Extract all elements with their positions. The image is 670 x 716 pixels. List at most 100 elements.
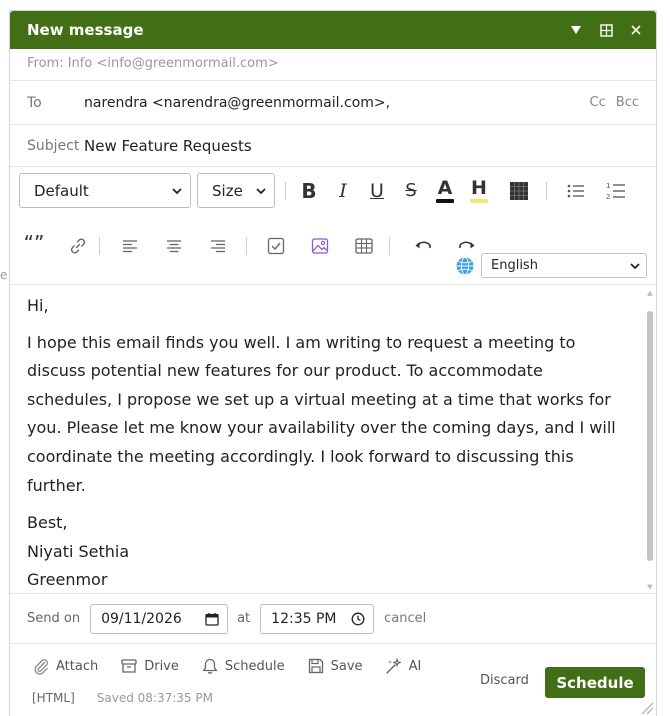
bell-icon (202, 658, 218, 674)
numbered-list-button[interactable]: 12 (599, 174, 633, 208)
font-size-value: Size (212, 181, 243, 200)
numbered-list-icon: 12 (606, 182, 625, 200)
highlight-button[interactable]: H (462, 174, 496, 208)
ai-assist-button[interactable]: AI (385, 657, 422, 675)
footer-meta: [HTML] Saved 08:37:35 PM (32, 691, 213, 705)
to-label: To (27, 94, 42, 111)
highlight-icon: H (471, 176, 487, 199)
body-company: Greenmor (27, 570, 108, 590)
undo-icon (415, 241, 431, 249)
blockquote-button[interactable]: “” (19, 229, 49, 263)
discard-button[interactable]: Discard (480, 673, 529, 688)
background-text-fragment: e (0, 268, 8, 282)
bold-icon: B (301, 178, 317, 203)
checklist-button[interactable] (259, 229, 293, 263)
resize-handle-icon[interactable] (640, 701, 654, 715)
bullet-list-button[interactable] (559, 174, 593, 208)
strikethrough-button[interactable]: S (394, 174, 428, 208)
message-body[interactable]: Hi, I hope this email finds you well. I … (10, 287, 656, 595)
toolbar-row-1: Default Size B I U S A H 1 2 (19, 173, 633, 208)
checkbox-icon (267, 237, 285, 255)
scroll-down-arrow-icon[interactable]: ▼ (646, 583, 654, 591)
bold-button[interactable]: B (292, 174, 326, 208)
send-time-value: 12:35 PM (271, 610, 337, 627)
body-paragraph: I hope this email finds you well. I am w… (27, 332, 616, 495)
toolbar-divider (246, 237, 247, 255)
html-mode-toggle[interactable]: [HTML] (32, 691, 75, 705)
chevron-down-icon (172, 187, 182, 194)
from-row: From: Info <info@greenmormail.com> (10, 49, 656, 81)
schedule-option-button[interactable]: Schedule (201, 657, 285, 675)
close-icon[interactable] (628, 22, 644, 38)
table-icon (355, 238, 373, 254)
font-family-select[interactable]: Default (19, 173, 191, 208)
send-time-input[interactable]: 12:35 PM (260, 603, 375, 634)
globe-icon (456, 256, 474, 275)
ai-wand-icon (385, 658, 401, 674)
calendar-icon[interactable] (205, 612, 219, 626)
font-size-select[interactable]: Size (197, 173, 275, 208)
body-scrollbar[interactable]: ▲ ▼ (645, 287, 655, 593)
background-color-button[interactable] (502, 174, 536, 208)
footer-actions: Attach Drive Schedule Save AI (32, 657, 421, 675)
cc-link[interactable]: Cc (590, 95, 606, 110)
quote-icon: “” (23, 231, 45, 255)
body-signoff: Best, (27, 513, 68, 533)
maximize-icon[interactable] (598, 22, 614, 38)
image-icon (311, 238, 329, 254)
language-select[interactable]: English (481, 253, 647, 278)
toolbar-divider (285, 181, 286, 200)
drive-button[interactable]: Drive (120, 657, 179, 675)
send-on-label: Send on (27, 611, 81, 626)
schedule-send-button[interactable]: Schedule (545, 667, 645, 698)
language-row: English (455, 253, 647, 278)
from-text: From: Info <info@greenmormail.com> (27, 56, 279, 71)
cancel-schedule-link[interactable]: cancel (384, 611, 426, 626)
scrollbar-thumb[interactable] (647, 311, 653, 561)
underline-icon: U (370, 179, 384, 202)
font-color-button[interactable]: A (428, 174, 462, 208)
save-disk-icon (308, 658, 323, 674)
bullet-list-icon (567, 184, 584, 197)
send-date-input[interactable]: 09/11/2026 (90, 603, 229, 634)
align-right-button[interactable] (198, 229, 238, 263)
insert-table-button[interactable] (347, 229, 381, 263)
align-center-button[interactable] (154, 229, 194, 263)
underline-button[interactable]: U (360, 174, 394, 208)
subject-label: Subject (27, 137, 80, 154)
insert-image-button[interactable] (303, 229, 337, 263)
to-field[interactable]: narendra <narendra@greenmormail.com>, (84, 95, 590, 111)
align-left-button[interactable] (110, 229, 150, 263)
compose-window: New message From: Info <info@greenmormai… (9, 10, 657, 716)
message-body-editor[interactable]: Hi, I hope this email finds you well. I … (10, 287, 656, 593)
toolbar-divider (546, 181, 547, 200)
drive-box-icon (121, 659, 137, 673)
bcc-link[interactable]: Bcc (616, 95, 639, 110)
subject-row: Subject New Feature Requests (10, 125, 656, 167)
svg-text:2: 2 (606, 193, 610, 200)
scroll-up-arrow-icon[interactable]: ▲ (646, 289, 654, 297)
italic-button[interactable]: I (326, 174, 360, 208)
ai-label: AI (408, 658, 422, 674)
cc-bcc-links: Cc Bcc (590, 95, 639, 110)
language-value: English (491, 258, 538, 273)
attach-button[interactable]: Attach (32, 657, 98, 675)
minimize-icon[interactable] (568, 22, 584, 38)
send-date-value: 09/11/2026 (101, 610, 182, 627)
body-greeting: Hi, (27, 296, 49, 315)
attach-label: Attach (56, 658, 99, 674)
subject-field[interactable]: New Feature Requests (84, 137, 252, 155)
save-label: Save (330, 658, 363, 674)
insert-link-button[interactable] (61, 229, 95, 263)
font-color-swatch (436, 198, 454, 203)
font-family-value: Default (34, 181, 89, 200)
at-label: at (237, 611, 251, 626)
clock-icon[interactable] (351, 612, 365, 626)
undo-button[interactable] (406, 229, 440, 263)
schedule-option-label: Schedule (224, 658, 285, 674)
toolbar-row-2: “” (19, 229, 484, 263)
strikethrough-icon: S (405, 180, 417, 201)
to-row: To narendra <narendra@greenmormail.com>,… (10, 81, 656, 125)
drive-label: Drive (144, 658, 179, 674)
save-draft-button[interactable]: Save (307, 657, 363, 675)
